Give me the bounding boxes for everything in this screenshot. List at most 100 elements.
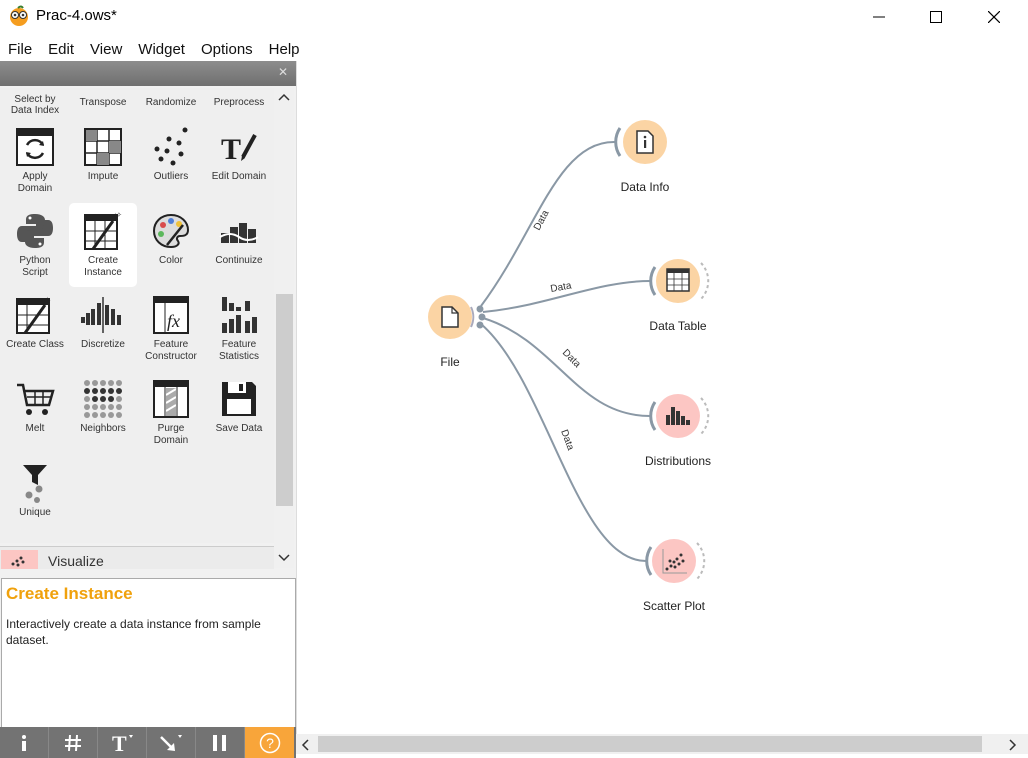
tool-create-instance[interactable]: ✦ ✧ Create Instance — [69, 203, 137, 287]
widget-toolbox: Select by Data Index Transpose Randomize… — [0, 88, 274, 543]
arrow-annotation-button[interactable] — [147, 727, 196, 758]
dock-toolbar: T ? — [0, 727, 296, 758]
tool-apply-domain[interactable]: Apply Domain — [1, 123, 69, 195]
tool-label: Purge Domain — [153, 423, 189, 446]
link-file-data-info[interactable] — [480, 140, 616, 307]
menu-options[interactable]: Options — [193, 38, 261, 60]
tool-label-select-by-data-index[interactable]: Select by Data Index — [1, 94, 69, 116]
minimize-button[interactable] — [850, 0, 908, 34]
svg-text:T: T — [112, 733, 127, 753]
workflow-canvas[interactable]: Data Data Data Data File Data Info Data … — [296, 61, 1028, 734]
tool-outliers[interactable]: Outliers — [137, 123, 205, 183]
tool-label: Discretize — [81, 339, 125, 350]
hash-icon — [65, 734, 81, 751]
dock-close-icon[interactable]: ✕ — [278, 65, 288, 79]
tool-label: Edit Domain — [211, 171, 267, 182]
unique-icon — [23, 465, 47, 503]
create-class-icon: ✦ — [16, 296, 51, 334]
node-label-scatter-plot: Scatter Plot — [642, 599, 706, 613]
orange-app-icon — [10, 5, 28, 26]
node-distributions[interactable] — [649, 394, 710, 438]
node-file[interactable] — [428, 295, 486, 339]
node-label-data-table: Data Table — [649, 319, 707, 333]
feature-constructor-icon: fx — [153, 296, 189, 334]
link-label: Data — [532, 208, 552, 232]
tool-label: Color — [159, 255, 183, 266]
text-annotation-button[interactable]: T — [98, 727, 147, 758]
toolbox-scroll-thumb[interactable] — [276, 294, 293, 506]
tool-impute[interactable]: Impute — [69, 123, 137, 183]
create-instance-icon: ✦✧ — [84, 211, 122, 250]
purge-domain-icon — [153, 380, 189, 418]
maximize-icon — [930, 11, 942, 23]
menu-widget[interactable]: Widget — [130, 38, 193, 60]
help-button[interactable]: ? — [245, 727, 294, 758]
tool-create-class[interactable]: ✦ Create Class — [1, 291, 69, 351]
menu-bar: File Edit View Widget Options Help — [0, 38, 1028, 60]
tool-purge-domain[interactable]: Purge Domain — [137, 375, 205, 447]
maximize-button[interactable] — [907, 0, 965, 34]
visualize-category-icon — [1, 550, 38, 569]
outliers-icon — [154, 127, 188, 166]
tool-melt[interactable]: Melt — [1, 375, 69, 435]
tool-label-randomize[interactable]: Randomize — [137, 97, 205, 108]
node-scatter-plot[interactable] — [645, 539, 706, 583]
node-data-info[interactable] — [614, 120, 667, 164]
discretize-icon — [81, 297, 121, 333]
close-window-button[interactable] — [965, 0, 1023, 34]
tool-python-script[interactable]: Python Script — [1, 207, 69, 279]
python-icon — [17, 214, 53, 248]
scroll-up-icon[interactable] — [278, 93, 290, 101]
grid-button[interactable] — [49, 727, 98, 758]
tool-label-transpose[interactable]: Transpose — [69, 97, 137, 108]
node-label-distributions: Distributions — [644, 454, 712, 468]
window-title: Prac-4.ows* — [36, 7, 117, 24]
tool-unique[interactable]: Unique — [1, 459, 69, 519]
link-label: Data — [560, 347, 583, 370]
category-visualize[interactable]: Visualize — [0, 546, 274, 569]
tool-color[interactable]: Color — [137, 207, 205, 267]
node-data-table[interactable] — [649, 259, 710, 303]
file-icon — [441, 306, 459, 328]
menu-help[interactable]: Help — [261, 38, 308, 60]
info-button[interactable] — [0, 727, 49, 758]
tool-label: Continuize — [215, 255, 263, 266]
tool-label: Apply Domain — [17, 171, 53, 194]
workflow-svg: Data Data Data Data — [428, 120, 710, 583]
tool-label: Impute — [87, 171, 119, 182]
tool-label-preprocess[interactable]: Preprocess — [205, 97, 273, 108]
apply-domain-icon — [16, 128, 54, 166]
dock-title-bar: ✕ — [0, 61, 296, 86]
tool-feature-statistics[interactable]: Feature Statistics — [205, 291, 273, 363]
minimize-icon — [873, 16, 885, 18]
tool-label: Python Script — [19, 255, 51, 278]
tool-label: Neighbors — [80, 423, 126, 434]
canvas-horizontal-scrollbar[interactable] — [296, 734, 1028, 754]
tool-edit-domain[interactable]: T Edit Domain — [205, 123, 273, 183]
tool-label: Outliers — [153, 171, 189, 182]
scroll-left-icon[interactable] — [301, 739, 309, 751]
feature-statistics-icon — [222, 297, 257, 333]
tool-discretize[interactable]: Discretize — [69, 291, 137, 351]
node-label-file: File — [440, 355, 460, 369]
scroll-down-icon[interactable] — [278, 554, 290, 562]
menu-edit[interactable]: Edit — [40, 38, 82, 60]
scroll-right-icon[interactable] — [1009, 739, 1017, 751]
tool-label: Feature Constructor — [145, 339, 197, 362]
toolbox-scrollbar[interactable] — [274, 88, 294, 568]
canvas-scroll-thumb[interactable] — [318, 736, 982, 752]
tool-continuize[interactable]: Continuize — [205, 207, 273, 267]
tool-save-data[interactable]: Save Data — [205, 375, 273, 435]
cart-icon — [17, 383, 55, 415]
tool-neighbors[interactable]: Neighbors — [69, 375, 137, 435]
link-label: Data — [558, 428, 576, 452]
svg-text:✧: ✧ — [116, 211, 122, 219]
tool-feature-constructor[interactable]: fx Feature Constructor — [137, 291, 205, 363]
help-icon: ? — [259, 732, 280, 753]
neighbors-icon — [84, 380, 122, 418]
menu-file[interactable]: File — [0, 38, 40, 60]
pause-button[interactable] — [196, 727, 245, 758]
menu-view[interactable]: View — [82, 38, 130, 60]
arrow-icon — [160, 734, 182, 751]
svg-text:T: T — [221, 133, 241, 166]
